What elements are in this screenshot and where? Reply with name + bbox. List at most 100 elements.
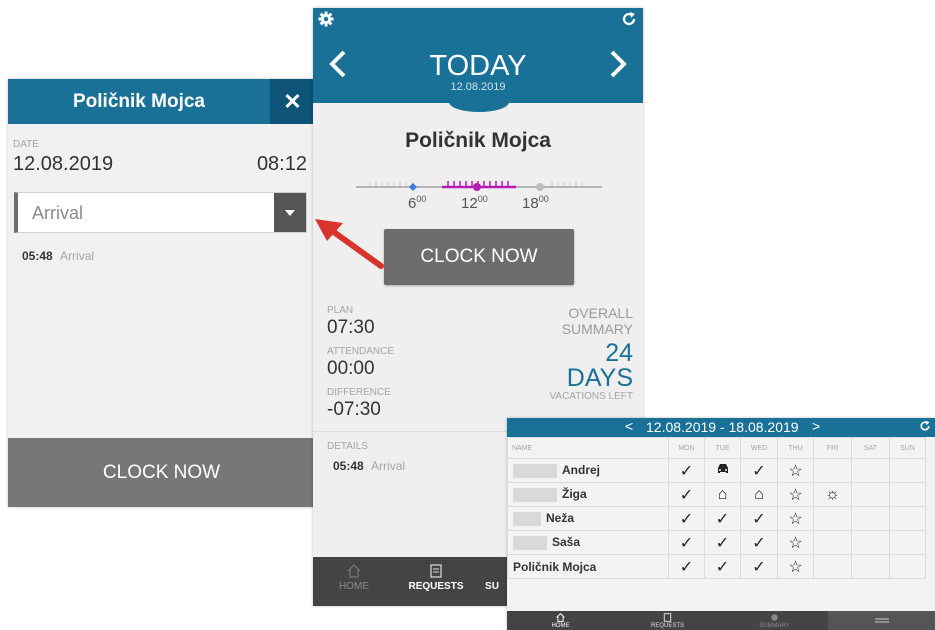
day-cell[interactable] (813, 506, 852, 531)
refresh-icon[interactable] (919, 420, 931, 432)
employee-cell: Andrej (507, 458, 669, 483)
date-value: 12.08.2019 (13, 153, 114, 175)
employee-name: Poličnik Mojca (513, 559, 597, 574)
day-cell[interactable]: ☆ (777, 530, 814, 555)
attendance-value: 00:00 (327, 358, 375, 379)
header-notch (449, 102, 509, 112)
refresh-icon[interactable] (621, 11, 637, 27)
page-date: 12.08.2019 (450, 81, 506, 93)
table-row[interactable]: Saša ✓ ✓ ✓ ☆ (507, 530, 926, 555)
day-cell[interactable]: ✓ (740, 458, 778, 483)
employee-name: Andrej (562, 463, 601, 478)
page-title: TODAY (429, 50, 527, 82)
column-header: WED (740, 437, 778, 459)
day-cell[interactable]: ⌂ (740, 482, 778, 507)
next-week-button[interactable]: > (812, 418, 820, 434)
car-icon (717, 463, 728, 473)
nav-requests-label: REQUESTS (408, 581, 464, 592)
gear-icon[interactable] (318, 11, 334, 27)
day-cell[interactable]: ✓ (668, 482, 705, 507)
day-cell[interactable]: ✓ (668, 554, 705, 579)
nav-summary-label: SU (485, 581, 499, 592)
day-cell[interactable]: ☆ (777, 482, 814, 507)
day-cell[interactable]: ✓ (740, 530, 778, 555)
day-cell[interactable]: ✓ (704, 530, 741, 555)
day-cell[interactable] (704, 458, 741, 483)
nav-requests-label: REQUESTS (650, 623, 684, 629)
day-cell[interactable] (889, 458, 926, 483)
column-header: MON (668, 437, 705, 459)
day-cell[interactable] (851, 530, 890, 555)
day-cell[interactable] (851, 458, 890, 483)
attendance-label: ATTENDANCE (327, 346, 395, 357)
blurred-avatar (513, 535, 547, 550)
day-cell[interactable] (813, 458, 852, 483)
nav-home-label: HOME (551, 623, 570, 629)
day-cell[interactable]: ☆ (777, 554, 814, 579)
list-item: 05:48 Arrival (333, 459, 405, 473)
table-row[interactable]: Andrej ✓ ✓ ☆ (507, 458, 926, 483)
day-cell[interactable]: ⌂ (704, 482, 741, 507)
day-cell[interactable] (889, 530, 926, 555)
day-cell[interactable]: ☆ (777, 506, 814, 531)
plan-label: PLAN (327, 305, 354, 316)
nav-home[interactable]: HOME (313, 557, 395, 606)
chevron-down-icon[interactable] (274, 193, 306, 232)
overall-label: OVERALL (568, 305, 633, 321)
nav-summary[interactable]: SUMMARY (721, 611, 828, 630)
entry-label: Arrival (60, 249, 95, 263)
plan-value: 07:30 (327, 317, 375, 338)
day-cell[interactable]: ✓ (668, 506, 705, 531)
nav-home[interactable]: HOME (507, 611, 614, 630)
menu-button[interactable] (828, 611, 935, 630)
table-row[interactable]: Neža ✓ ✓ ✓ ☆ (507, 506, 926, 531)
dialog-title: Poličnik Mojca (73, 91, 205, 112)
employee-cell: Neža (507, 506, 669, 531)
table-row[interactable]: Poličnik Mojca ✓ ✓ ✓ ☆ (507, 554, 926, 579)
day-cell[interactable] (889, 554, 926, 579)
nav-home-label: HOME (339, 581, 369, 592)
clock-dialog: Poličnik Mojca ✕ DATE 12.08.2019 08:12 A… (8, 79, 315, 507)
day-cell[interactable]: ✓ (704, 506, 741, 531)
timeline-label-12: 1200 (461, 194, 488, 212)
difference-value: -07:30 (327, 399, 381, 420)
clock-now-button[interactable]: CLOCK NOW (8, 438, 315, 507)
day-cell[interactable] (889, 482, 926, 507)
employee-cell: Žiga (507, 482, 669, 507)
day-cell[interactable] (889, 506, 926, 531)
day-cell[interactable]: ☼ (813, 482, 852, 507)
bottom-nav: HOME REQUESTS SUMMARY (507, 611, 935, 630)
day-cell[interactable]: ✓ (740, 506, 778, 531)
prev-week-button[interactable]: < (625, 418, 633, 434)
vacations-left-label: VACATIONS LEFT (549, 391, 633, 402)
table-row[interactable]: Žiga ✓ ⌂ ⌂ ☆ ☼ (507, 482, 926, 507)
day-cell[interactable] (851, 482, 890, 507)
column-header: FRI (813, 437, 852, 459)
column-header: THU (777, 437, 814, 459)
week-overview: < 12.08.2019 - 18.08.2019 > NAME MON TUE… (507, 418, 935, 630)
week-header: < 12.08.2019 - 18.08.2019 > (507, 418, 935, 437)
day-cell[interactable]: ✓ (704, 554, 741, 579)
day-cell[interactable]: ✓ (668, 458, 705, 483)
day-cell[interactable] (813, 554, 852, 579)
clock-type-select[interactable]: Arrival (14, 192, 307, 233)
nav-summary-label: SUMMARY (759, 623, 790, 629)
time-value: 08:12 (256, 153, 307, 175)
day-cell[interactable] (851, 554, 890, 579)
date-label: DATE (13, 139, 39, 150)
employee-cell: Poličnik Mojca (507, 554, 669, 579)
day-cell[interactable]: ☆ (777, 458, 814, 483)
dialog-header: Poličnik Mojca ✕ (8, 79, 315, 124)
day-cell[interactable] (813, 530, 852, 555)
column-header: TUE (704, 437, 741, 459)
close-button[interactable]: ✕ (270, 79, 315, 124)
nav-summary[interactable]: SU (477, 557, 507, 606)
detail-time: 05:48 (333, 459, 364, 473)
day-cell[interactable]: ✓ (740, 554, 778, 579)
nav-requests[interactable]: REQUESTS (614, 611, 721, 630)
list-icon (663, 613, 672, 622)
day-cell[interactable]: ✓ (668, 530, 705, 555)
clock-now-button[interactable]: CLOCK NOW (384, 229, 574, 285)
day-cell[interactable] (851, 506, 890, 531)
nav-requests[interactable]: REQUESTS (395, 557, 477, 606)
